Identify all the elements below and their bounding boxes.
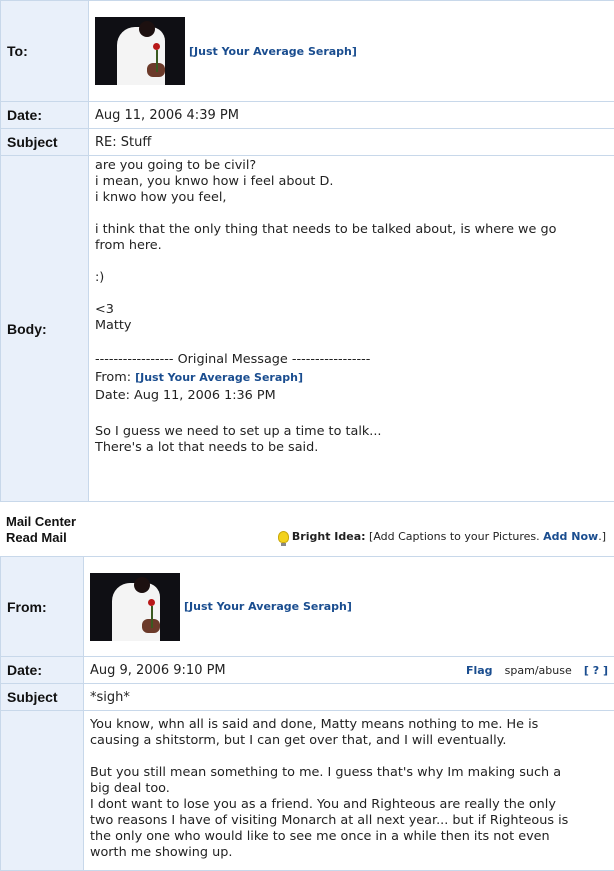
message-body: are you going to be civil? i mean, you k… <box>89 156 614 502</box>
message-1-table: To: [Just Your Average Seraph] Date: Aug… <box>0 0 614 502</box>
recipient-link[interactable]: [Just Your Average Seraph] <box>189 45 357 58</box>
original-from: From: [Just Your Average Seraph] <box>95 368 614 386</box>
body-label-2 <box>1 711 84 871</box>
mail-center-heading: Mail Center Read Mail <box>6 514 76 546</box>
to-cell: [Just Your Average Seraph] <box>89 1 614 102</box>
message-body-2: You know, whn all is said and done, Matt… <box>84 711 614 871</box>
date-label-2: Date: <box>1 657 84 684</box>
subject-label-2: Subject <box>1 684 84 711</box>
from-label: From: <box>1 557 84 657</box>
date-value: Aug 11, 2006 4:39 PM <box>89 102 614 129</box>
subject-label: Subject <box>1 129 89 156</box>
to-label: To: <box>1 1 89 102</box>
original-from-link[interactable]: [Just Your Average Seraph] <box>135 371 303 384</box>
body-label: Body: <box>1 156 89 502</box>
mail-center-title: Mail Center <box>6 514 76 530</box>
body-text-b: So I guess we need to set up a time to t… <box>95 422 614 456</box>
sender-link[interactable]: [Just Your Average Seraph] <box>184 600 352 613</box>
bright-idea-label: Bright Idea: <box>292 530 366 543</box>
from-cell: [Just Your Average Seraph] <box>84 557 614 657</box>
avatar[interactable] <box>95 17 185 85</box>
date-cell-2: Aug 9, 2006 9:10 PM Flag spam/abuse [ ? … <box>84 657 614 684</box>
date-label: Date: <box>1 102 89 129</box>
add-now-link[interactable]: Add Now <box>543 530 598 543</box>
sender-avatar[interactable] <box>90 573 180 641</box>
flag-link[interactable]: Flag <box>466 664 493 677</box>
spam-abuse-label: spam/abuse <box>505 664 572 677</box>
lightbulb-icon <box>278 531 289 543</box>
original-from-prefix: From: <box>95 370 135 385</box>
subject-value-2: *sigh* <box>84 684 614 711</box>
read-mail-title: Read Mail <box>6 530 76 546</box>
bright-idea-end: .] <box>598 530 606 543</box>
body-text-2: You know, whn all is said and done, Matt… <box>90 715 614 861</box>
date-value-2: Aug 9, 2006 9:10 PM <box>90 663 226 678</box>
subject-value: RE: Stuff <box>89 129 614 156</box>
original-date: Date: Aug 11, 2006 1:36 PM <box>95 386 614 404</box>
message-2-table: From: [Just Your Average Seraph] Date: A… <box>0 556 614 871</box>
spacer <box>95 404 614 422</box>
original-message-header: ----------------- Original Message -----… <box>95 350 614 368</box>
bright-idea-text: [Add Captions to your Pictures. <box>369 530 540 543</box>
help-link[interactable]: [ ? ] <box>584 664 608 677</box>
body-text-a: are you going to be civil? i mean, you k… <box>95 156 614 350</box>
bright-idea-bar: Bright Idea: [Add Captions to your Pictu… <box>278 530 606 543</box>
